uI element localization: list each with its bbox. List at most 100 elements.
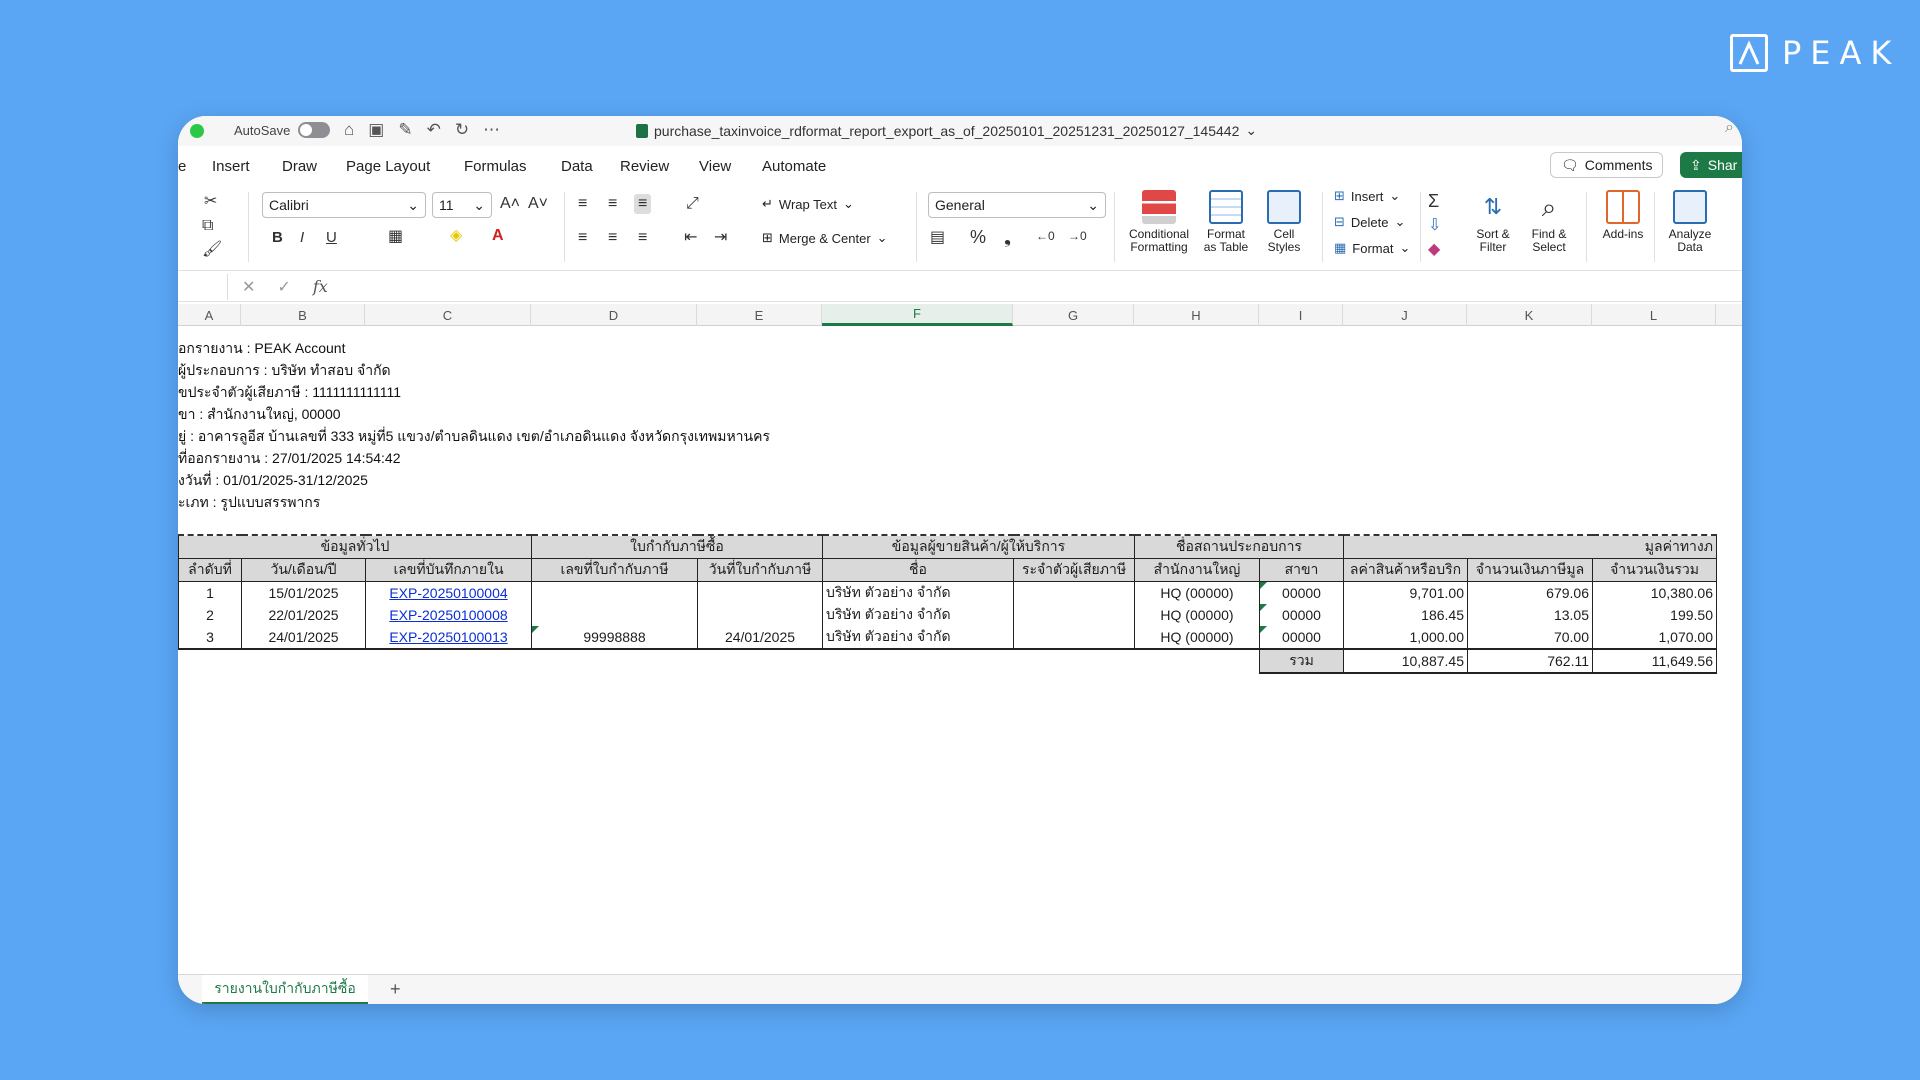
fill-color-icon[interactable]: ◈	[450, 228, 462, 244]
cell-amount[interactable]: 1,000.00	[1343, 626, 1468, 650]
redo-icon[interactable]: ↻	[455, 120, 469, 140]
tab-automate[interactable]: Automate	[762, 158, 826, 175]
format-painter-icon[interactable]: 🖌	[202, 242, 222, 258]
cell-amount[interactable]: 186.45	[1343, 604, 1468, 626]
cell-invoice-no[interactable]	[531, 604, 698, 626]
column-header-f[interactable]: F	[822, 304, 1013, 326]
column-header-d[interactable]: D	[531, 304, 697, 326]
accounting-format-icon[interactable]: ▤	[930, 230, 945, 246]
cut-icon[interactable]: ✂	[204, 194, 217, 210]
cell-vendor-name[interactable]: บริษัท ตัวอย่าง จำกัด	[822, 604, 1014, 626]
cell-invoice-date[interactable]	[697, 604, 823, 626]
more-icon[interactable]: ⋯	[483, 120, 500, 140]
cell-no[interactable]: 3	[178, 626, 242, 650]
cell-hq[interactable]: HQ (00000)	[1134, 604, 1260, 626]
sheet-tab-active[interactable]: รายงานใบกำกับภาษีซื้อ	[202, 975, 368, 1004]
delete-cells-button[interactable]: ⊟ Delete ⌄	[1334, 214, 1405, 230]
comments-button[interactable]: 🗨 Comments	[1550, 152, 1664, 178]
cell-no[interactable]: 1	[178, 581, 242, 604]
wrap-text-button[interactable]: ↵ Wrap Text ⌄	[762, 196, 854, 212]
align-center-icon[interactable]: ≡	[608, 230, 617, 246]
cell-tax-id[interactable]	[1013, 626, 1135, 650]
cell-total[interactable]: 1,070.00	[1592, 626, 1717, 650]
fill-icon[interactable]: ⇩	[1428, 218, 1441, 234]
tab-insert[interactable]: Insert	[212, 158, 250, 175]
cell-vendor-name[interactable]: บริษัท ตัวอย่าง จำกัด	[822, 626, 1014, 650]
font-color-icon[interactable]: A	[492, 228, 504, 244]
cell-no[interactable]: 2	[178, 604, 242, 626]
column-header-k[interactable]: K	[1467, 304, 1592, 326]
increase-decimal-icon[interactable]: ←0	[1036, 230, 1055, 242]
copy-icon[interactable]: ⧉	[202, 218, 213, 234]
grand-total[interactable]: 11,649.56	[1592, 648, 1717, 674]
font-size-select[interactable]: 11 ⌄	[432, 192, 492, 218]
decrease-decimal-icon[interactable]: →0	[1068, 230, 1087, 242]
column-header-i[interactable]: I	[1259, 304, 1343, 326]
cell-date[interactable]: 22/01/2025	[241, 604, 366, 626]
cell-amount[interactable]: 9,701.00	[1343, 581, 1468, 604]
column-header-e[interactable]: E	[697, 304, 822, 326]
document-title[interactable]: purchase_taxinvoice_rdformat_report_expo…	[636, 122, 1257, 139]
cell-tax-id[interactable]	[1013, 581, 1135, 604]
insert-cells-button[interactable]: ⊞ Insert ⌄	[1334, 188, 1400, 204]
percent-icon[interactable]: %	[970, 228, 986, 246]
increase-font-icon[interactable]: A˄	[500, 196, 520, 212]
document-link[interactable]: EXP-20250100008	[389, 607, 507, 623]
document-link[interactable]: EXP-20250100004	[389, 585, 507, 601]
number-format-select[interactable]: General ⌄	[928, 192, 1106, 218]
align-left-icon[interactable]: ≡	[578, 230, 587, 246]
name-box[interactable]	[178, 274, 228, 300]
column-header-h[interactable]: H	[1134, 304, 1259, 326]
cell-invoice-date[interactable]: 24/01/2025	[697, 626, 823, 650]
bold-icon[interactable]: B	[272, 230, 283, 245]
cell-invoice-no[interactable]	[531, 581, 698, 604]
clear-icon[interactable]: ◆	[1428, 242, 1440, 258]
orientation-icon[interactable]: ⤢	[686, 196, 699, 212]
merge-center-button[interactable]: ⊞ Merge & Center ⌄	[762, 230, 888, 246]
cell-styles-button[interactable]: Cell Styles	[1258, 190, 1310, 254]
cell-date[interactable]: 24/01/2025	[241, 626, 366, 650]
column-header-g[interactable]: G	[1013, 304, 1134, 326]
conditional-formatting-button[interactable]: Conditional Formatting	[1124, 190, 1194, 254]
window-zoom-button[interactable]	[190, 124, 204, 138]
cell-vat[interactable]: 13.05	[1467, 604, 1593, 626]
total-vat[interactable]: 762.11	[1467, 648, 1593, 674]
search-icon[interactable]: ⌕	[1725, 119, 1734, 137]
analyze-data-button[interactable]: Analyze Data	[1662, 190, 1718, 254]
cell-branch[interactable]: 00000	[1259, 604, 1344, 626]
format-as-table-button[interactable]: Format as Table	[1196, 190, 1256, 254]
cell-branch[interactable]: 00000	[1259, 626, 1344, 650]
column-header-b[interactable]: B	[241, 304, 365, 326]
cell-vendor-name[interactable]: บริษัท ตัวอย่าง จำกัด	[822, 581, 1014, 604]
cell-hq[interactable]: HQ (00000)	[1134, 581, 1260, 604]
decrease-indent-icon[interactable]: ⇤	[684, 230, 697, 246]
column-header-l[interactable]: L	[1592, 304, 1716, 326]
save-icon[interactable]: ▣	[368, 120, 384, 140]
align-middle-icon[interactable]: ≡	[608, 196, 617, 212]
share-button[interactable]: ⇪ Shar	[1680, 152, 1742, 178]
autosum-icon[interactable]: Σ	[1428, 192, 1439, 210]
tab-review[interactable]: Review	[620, 158, 669, 175]
cell-tax-id[interactable]	[1013, 604, 1135, 626]
insert-function-icon[interactable]: fx	[313, 277, 328, 297]
enter-icon[interactable]: ✓	[277, 277, 290, 297]
font-name-select[interactable]: Calibri ⌄	[262, 192, 426, 218]
format-cells-button[interactable]: ▦ Format ⌄	[1334, 240, 1410, 256]
column-header-j[interactable]: J	[1343, 304, 1467, 326]
tab-home[interactable]: e	[178, 158, 186, 175]
document-link[interactable]: EXP-20250100013	[389, 629, 507, 645]
undo-icon[interactable]: ↶	[427, 120, 441, 140]
column-header-c[interactable]: C	[365, 304, 531, 326]
column-header-a[interactable]: A	[178, 304, 241, 326]
cancel-icon[interactable]: ✕	[242, 277, 255, 297]
cell-vat[interactable]: 679.06	[1467, 581, 1593, 604]
add-sheet-icon[interactable]: +	[390, 979, 401, 1000]
worksheet[interactable]: อกรายงาน : PEAK Account ผู้ประกอบการ : บ…	[178, 326, 1742, 966]
cell-total[interactable]: 199.50	[1592, 604, 1717, 626]
italic-icon[interactable]: I	[300, 230, 304, 245]
cell-branch[interactable]: 00000	[1259, 581, 1344, 604]
sort-filter-button[interactable]: ⇅ Sort & Filter	[1468, 190, 1518, 254]
tab-view[interactable]: View	[699, 158, 731, 175]
cell-date[interactable]: 15/01/2025	[241, 581, 366, 604]
underline-icon[interactable]: U	[326, 230, 337, 245]
